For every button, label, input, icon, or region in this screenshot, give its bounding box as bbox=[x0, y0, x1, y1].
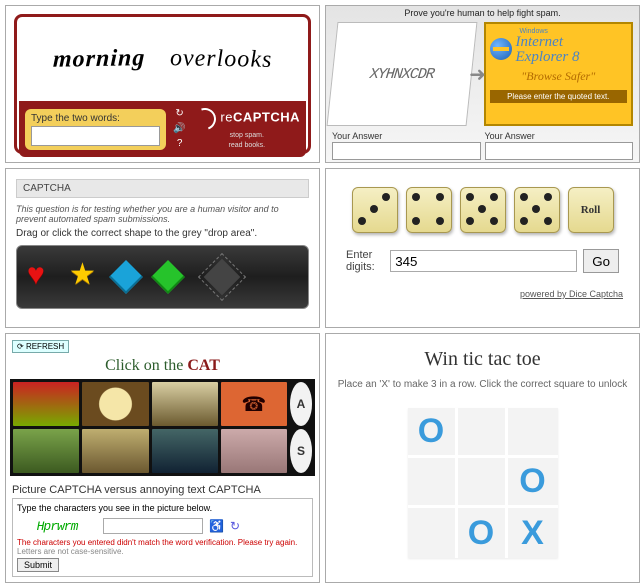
picture-cell[interactable] bbox=[152, 429, 218, 473]
picture-cell[interactable] bbox=[82, 429, 148, 473]
digits-label: Enter digits: bbox=[346, 249, 384, 273]
die-3 bbox=[460, 187, 506, 233]
ttt-square[interactable]: O bbox=[408, 408, 458, 458]
error-message: The characters you entered didn't match … bbox=[17, 538, 308, 547]
digits-input[interactable] bbox=[390, 250, 577, 272]
ttt-subtitle: Place an 'X' to make 3 in a row. Click t… bbox=[336, 379, 629, 390]
case-note: Letters are not case-sensitive. bbox=[17, 547, 308, 556]
ttt-panel: Win tic tac toe Place an 'X' to make 3 i… bbox=[325, 333, 640, 583]
die-1 bbox=[352, 187, 398, 233]
ttt-mark: O bbox=[418, 412, 444, 451]
captcha-image: morning overlooks bbox=[25, 25, 300, 93]
picture-grid: ☎ A S bbox=[10, 379, 315, 476]
picture-subtitle: Picture CAPTCHA versus annoying text CAP… bbox=[12, 484, 313, 496]
submit-button[interactable]: Submit bbox=[17, 558, 59, 572]
row-letter: A bbox=[290, 382, 312, 426]
picture-title: Click on the CAT bbox=[10, 357, 315, 375]
title-pre: Click on the bbox=[105, 357, 187, 374]
recaptcha-input[interactable] bbox=[31, 126, 160, 146]
picture-cell[interactable]: ☎ bbox=[221, 382, 287, 426]
audio-icon[interactable]: 🔊 bbox=[172, 123, 188, 135]
ttt-board: O O O X bbox=[408, 408, 558, 558]
left-answer-input[interactable] bbox=[332, 142, 481, 160]
dice-footer-link[interactable]: powered by Dice Captcha bbox=[336, 289, 623, 299]
brand-prefix: re bbox=[220, 110, 233, 125]
ttt-mark: X bbox=[521, 514, 544, 553]
text-captcha-box: Type the characters you see in the pictu… bbox=[12, 498, 313, 577]
shape-instruction: Drag or click the correct shape to the g… bbox=[16, 228, 309, 239]
ttt-square[interactable]: O bbox=[508, 458, 558, 508]
title-word: CAT bbox=[187, 357, 220, 374]
recaptcha-prompt: Type the two words: bbox=[31, 113, 160, 124]
recaptcha-panel: morning overlooks Type the two words: ↻ … bbox=[5, 5, 320, 163]
go-button[interactable]: Go bbox=[583, 249, 619, 273]
ie-ad: Windows Internet Explorer 8 "Browse Safe… bbox=[484, 22, 634, 126]
recaptcha-frame: morning overlooks Type the two words: ↻ … bbox=[14, 14, 311, 154]
ttt-square[interactable] bbox=[408, 508, 458, 558]
picture-cell[interactable] bbox=[13, 429, 79, 473]
green-diamond-shape[interactable] bbox=[151, 260, 185, 294]
recaptcha-input-wrap: Type the two words: bbox=[25, 109, 166, 150]
right-answer-input[interactable] bbox=[485, 142, 634, 160]
recaptcha-controls: ↻ 🔊 ? bbox=[172, 108, 188, 150]
die-2 bbox=[406, 187, 452, 233]
brand-main: CAPTCHA bbox=[233, 110, 300, 125]
ttt-square[interactable]: O bbox=[458, 508, 508, 558]
picture-cell[interactable] bbox=[221, 429, 287, 473]
ttt-square[interactable] bbox=[508, 408, 558, 458]
left-answer-label: Your Answer bbox=[332, 131, 382, 141]
dice-row: Roll bbox=[336, 187, 629, 233]
refresh-button[interactable]: ⟳ REFRESH bbox=[12, 340, 69, 353]
ie-captcha-image: XYHNXCDR bbox=[327, 22, 477, 126]
heart-shape[interactable]: ♥ bbox=[27, 262, 57, 292]
text-captcha-title: Type the characters you see in the pictu… bbox=[17, 503, 308, 513]
picture-cell[interactable] bbox=[82, 382, 148, 426]
text-captcha-input[interactable] bbox=[103, 518, 203, 534]
right-answer-label: Your Answer bbox=[485, 131, 535, 141]
wheelchair-icon[interactable]: ♿ bbox=[209, 519, 224, 533]
picture-cell[interactable] bbox=[13, 382, 79, 426]
ttt-square[interactable]: X bbox=[508, 508, 558, 558]
ad-slogan: "Browse Safer" bbox=[490, 69, 628, 84]
star-shape[interactable]: ★ bbox=[69, 262, 99, 292]
roll-button[interactable]: Roll bbox=[568, 187, 614, 233]
shape-captcha-panel: CAPTCHA This question is for testing whe… bbox=[5, 168, 320, 328]
ad-instruction: Please enter the quoted text. bbox=[490, 90, 628, 103]
ttt-square[interactable] bbox=[458, 408, 508, 458]
shape-tray: ♥ ★ bbox=[16, 245, 309, 309]
ttt-mark: O bbox=[468, 514, 494, 553]
picture-captcha-panel: ⟳ REFRESH Click on the CAT ☎ A S Picture… bbox=[5, 333, 320, 583]
recaptcha-bottom-bar: Type the two words: ↻ 🔊 ? reCAPTCHA stop… bbox=[19, 101, 306, 157]
ttt-square[interactable] bbox=[458, 458, 508, 508]
ttt-title: Win tic tac toe bbox=[336, 348, 629, 371]
ie-logo-icon bbox=[490, 38, 512, 60]
ie-captcha-panel: Prove you're human to help fight spam. X… bbox=[325, 5, 640, 163]
refresh-label: REFRESH bbox=[26, 342, 64, 351]
shape-title: CAPTCHA bbox=[16, 179, 309, 198]
help-icon[interactable]: ? bbox=[172, 138, 188, 150]
ie-header: Prove you're human to help fight spam. bbox=[326, 6, 639, 20]
captcha-word-2: overlooks bbox=[170, 45, 273, 74]
refresh-icon[interactable]: ↻ bbox=[172, 108, 188, 120]
text-captcha-image: Hprwrm bbox=[17, 516, 97, 536]
captcha-word-1: morning bbox=[52, 45, 145, 74]
drop-area[interactable] bbox=[198, 253, 246, 301]
die-4 bbox=[514, 187, 560, 233]
recaptcha-logo: reCAPTCHA stop spam. read books. bbox=[194, 108, 300, 150]
tag1: stop spam. bbox=[230, 132, 264, 139]
ttt-square[interactable] bbox=[408, 458, 458, 508]
dice-captcha-panel: Roll Enter digits: Go powered by Dice Ca… bbox=[325, 168, 640, 328]
recaptcha-arc-icon bbox=[190, 104, 219, 133]
reload-icon[interactable]: ↻ bbox=[230, 519, 240, 533]
row-letter: S bbox=[290, 429, 312, 473]
ttt-mark: O bbox=[519, 462, 545, 501]
shape-question: This question is for testing whether you… bbox=[16, 204, 309, 224]
tag2: read books. bbox=[229, 142, 266, 149]
picture-cell[interactable] bbox=[152, 382, 218, 426]
arrow-icon: ➜ bbox=[468, 62, 488, 87]
blue-diamond-shape[interactable] bbox=[109, 260, 143, 294]
